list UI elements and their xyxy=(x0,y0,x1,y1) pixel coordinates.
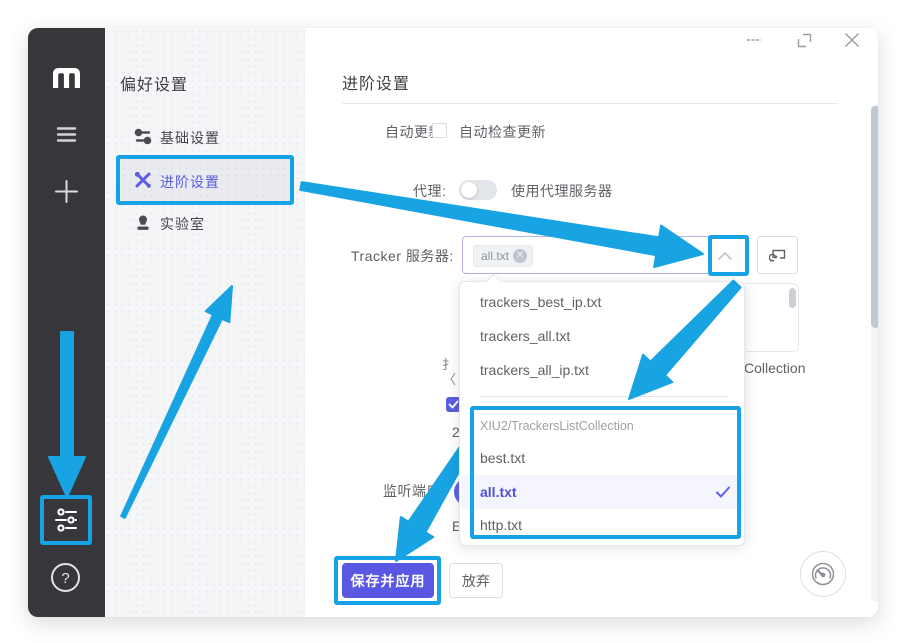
tracker-textarea-fragment[interactable] xyxy=(746,283,799,352)
speed-limit-button[interactable] xyxy=(800,551,846,597)
tracker-server-select[interactable]: all.txt ✕ xyxy=(462,236,747,274)
toggle-knob xyxy=(461,182,477,198)
save-label: 保存并应用 xyxy=(351,571,426,591)
dropdown-option-selected[interactable]: all.txt xyxy=(461,475,743,509)
svg-text:?: ? xyxy=(61,570,69,587)
dropdown-option[interactable]: trackers_best_ip.txt xyxy=(461,285,743,319)
dropdown-option[interactable]: best.txt xyxy=(461,441,743,475)
save-apply-button[interactable]: 保存并应用 xyxy=(342,563,434,598)
advanced-settings-panel: 进阶设置 自动更新: 自动检查更新 代理: 使用代理服务器 Tracker 服务… xyxy=(305,28,878,617)
preferences-title: 偏好设置 xyxy=(120,71,188,95)
maximize-button[interactable] xyxy=(793,29,815,51)
chevron-up-icon[interactable] xyxy=(718,252,732,260)
hint-char-fragment: 〈 xyxy=(443,369,456,388)
hint-text-fragment: Collection xyxy=(744,360,805,376)
app-sidebar: ? xyxy=(28,28,105,617)
lab-icon xyxy=(134,214,152,232)
textarea-scrollbar-thumb[interactable] xyxy=(789,288,796,308)
menu-item-label: 基础设置 xyxy=(160,128,220,148)
proxy-toggle-label: 使用代理服务器 xyxy=(511,181,613,201)
dropdown-option[interactable]: trackers_all_ip.txt xyxy=(461,353,743,387)
tag-label: all.txt xyxy=(481,249,509,263)
menu-item-label: 进阶设置 xyxy=(160,172,220,192)
auto-update-checkbox-label[interactable]: 自动检查更新 xyxy=(459,122,546,142)
tag-remove-icon[interactable]: ✕ xyxy=(513,249,527,263)
close-button[interactable] xyxy=(841,29,863,51)
dropdown-option[interactable]: trackers_all.txt xyxy=(461,319,743,353)
sync-tracker-list-button[interactable] xyxy=(757,236,798,274)
preferences-menu-panel: 偏好设置 基础设置 进阶设置 实验室 xyxy=(105,28,305,617)
dropdown-divider xyxy=(480,396,727,397)
dropdown-option[interactable]: http.txt xyxy=(461,508,743,542)
selected-tracker-tag: all.txt ✕ xyxy=(473,245,533,267)
task-list-icon[interactable] xyxy=(56,127,77,142)
menu-item-advanced-settings[interactable]: 进阶设置 xyxy=(120,158,291,202)
proxy-toggle[interactable] xyxy=(459,180,497,200)
discard-button[interactable]: 放弃 xyxy=(449,563,503,598)
check-icon xyxy=(715,484,731,500)
minimize-button[interactable] xyxy=(743,29,765,51)
sync-icon xyxy=(769,248,786,263)
menu-item-lab[interactable]: 实验室 xyxy=(120,203,291,243)
preferences-icon[interactable] xyxy=(53,507,79,533)
proxy-label: 代理: xyxy=(413,181,446,201)
title-divider xyxy=(342,103,838,104)
listen-port-label: 监听端口 xyxy=(383,481,441,501)
app-window: ? 偏好设置 基础设置 进阶设置 实验室 xyxy=(28,28,878,617)
auto-update-checkbox[interactable] xyxy=(432,123,447,138)
menu-item-basic-settings[interactable]: 基础设置 xyxy=(120,117,291,157)
dropdown-group-label: XIU2/TrackersListCollection xyxy=(461,414,743,438)
advanced-settings-icon xyxy=(134,171,152,189)
help-icon[interactable]: ? xyxy=(50,562,81,593)
basic-settings-icon xyxy=(134,128,152,146)
motrix-logo-icon xyxy=(53,68,80,88)
page-title: 进阶设置 xyxy=(342,70,410,94)
main-scrollbar-thumb[interactable] xyxy=(871,106,878,328)
option-label: all.txt xyxy=(480,484,517,500)
discard-label: 放弃 xyxy=(462,571,490,591)
add-task-icon[interactable] xyxy=(55,180,78,203)
speedometer-icon xyxy=(809,560,837,588)
menu-item-label: 实验室 xyxy=(160,214,205,234)
tracker-server-label: Tracker 服务器: xyxy=(351,246,454,266)
tracker-dropdown: trackers_best_ip.txt trackers_all.txt tr… xyxy=(459,281,745,546)
